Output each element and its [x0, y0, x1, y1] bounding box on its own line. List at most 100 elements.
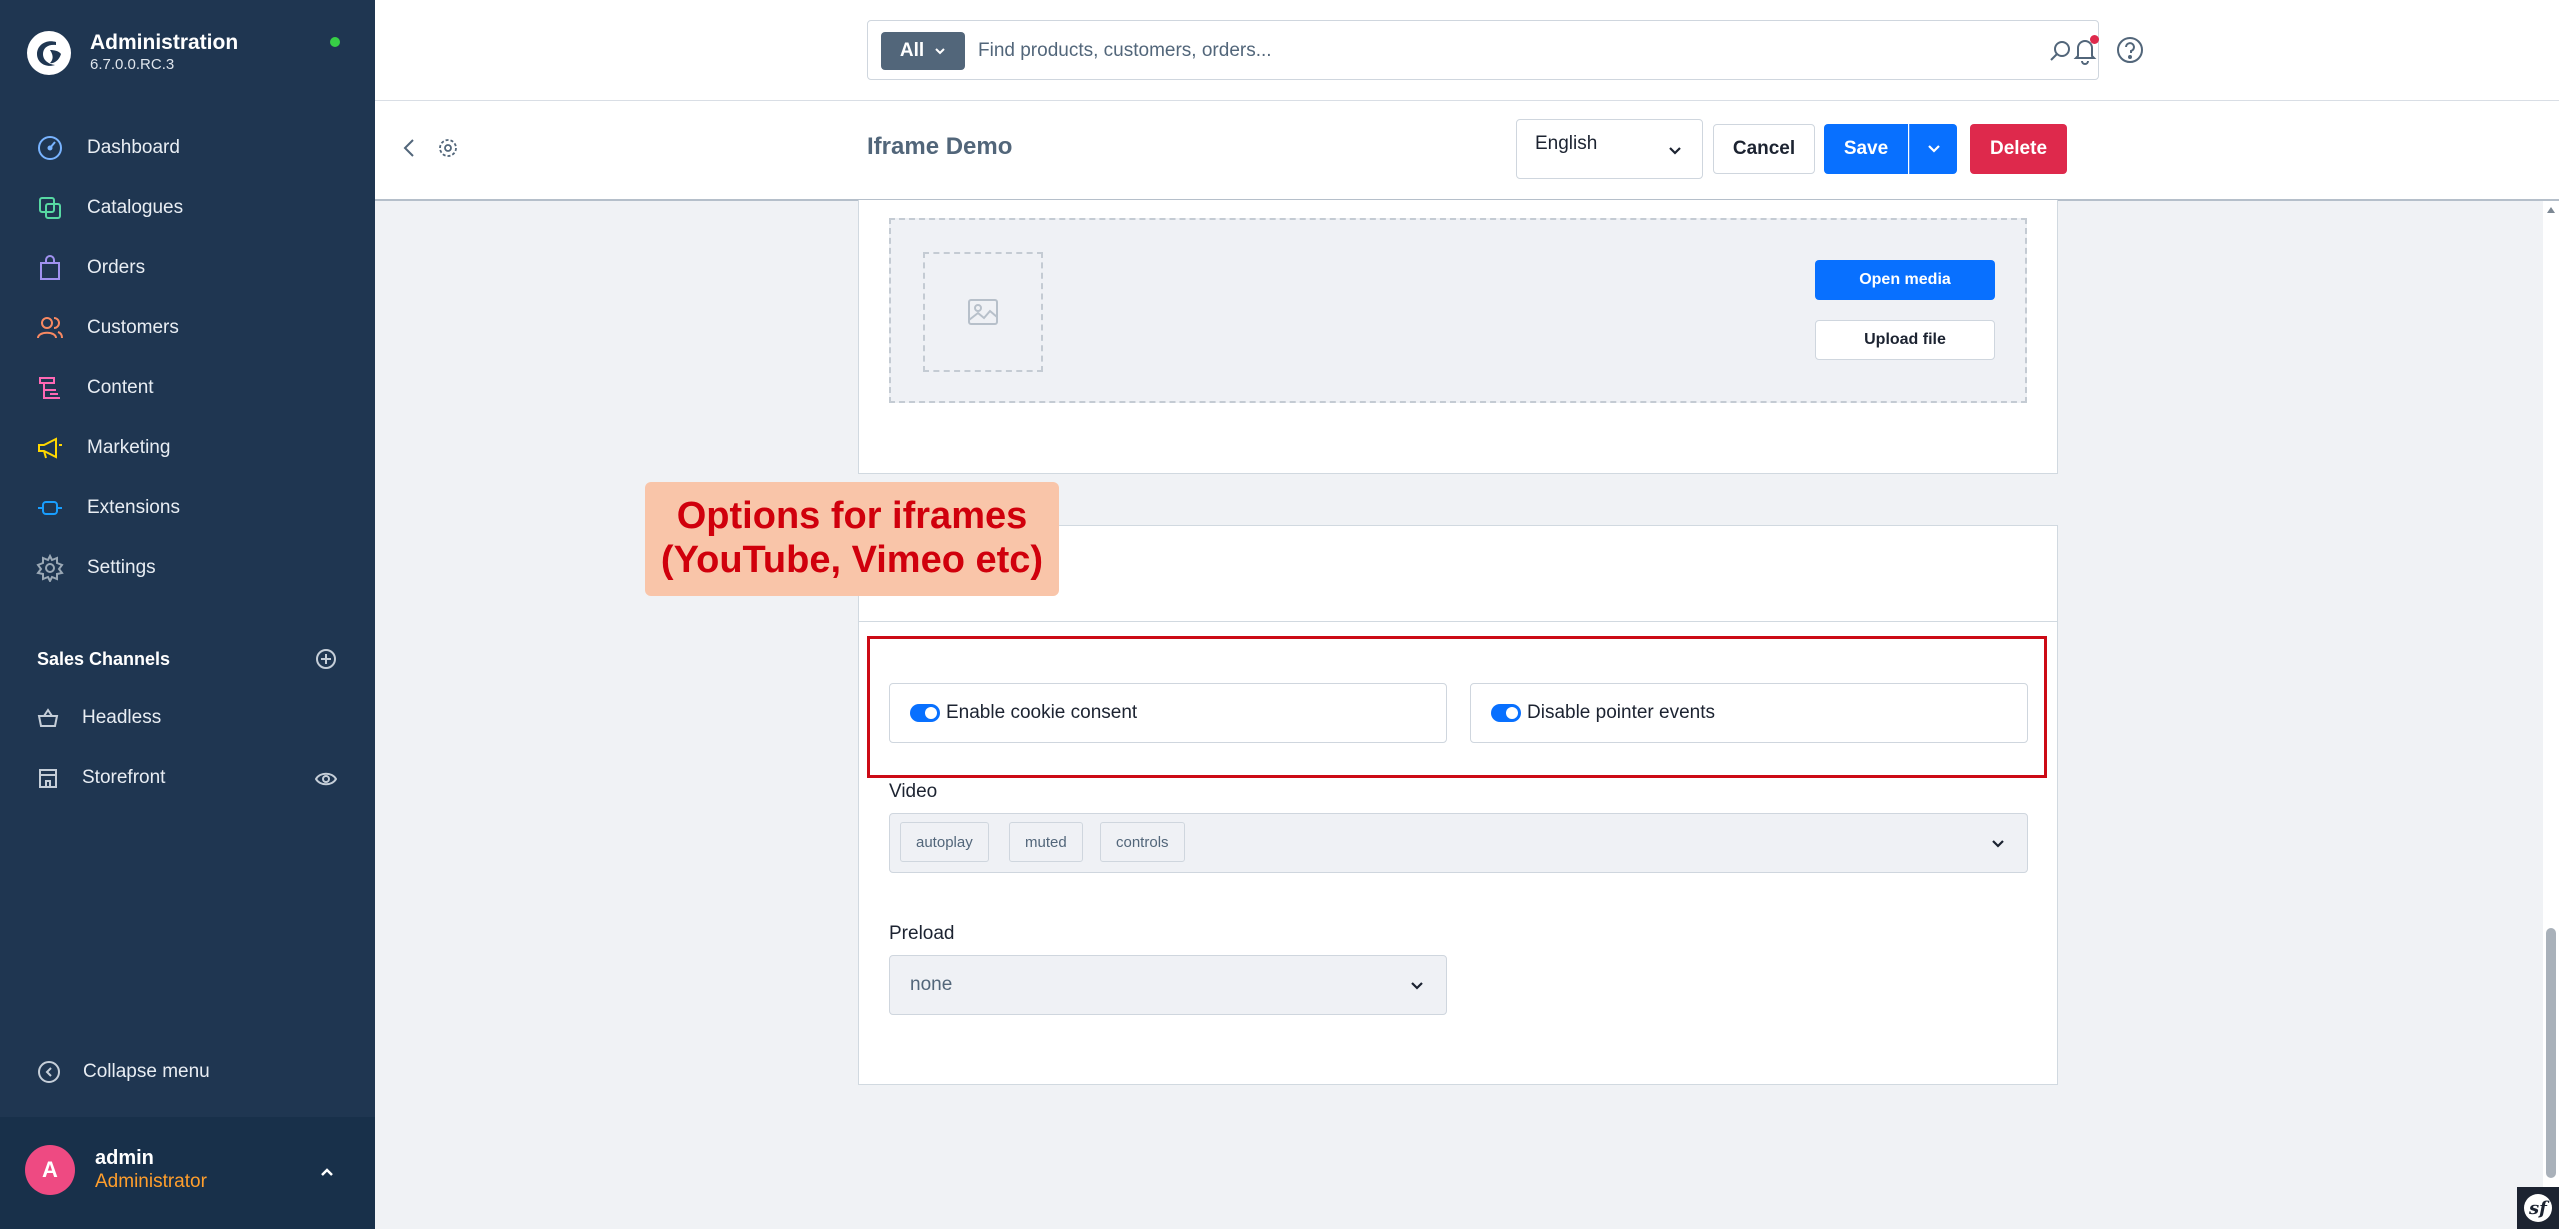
nav-label: Catalogues [87, 197, 184, 218]
sales-channel-label: Headless [82, 707, 162, 728]
annotation-callout: Options for iframes (YouTube, Vimeo etc) [645, 482, 1059, 596]
language-value: English [1535, 133, 1598, 154]
sales-channel-storefront[interactable]: Storefront [0, 748, 375, 808]
cancel-button[interactable]: Cancel [1713, 124, 1815, 174]
gear-icon[interactable] [437, 137, 459, 159]
app-version: 6.7.0.0.RC.3 [90, 56, 175, 73]
annotation-line-2: (YouTube, Vimeo etc) [660, 539, 1044, 581]
chevron-left-circle-icon [38, 1061, 60, 1083]
pointer-events-label: Disable pointer events [1527, 702, 1715, 723]
nav-label: Dashboard [87, 137, 180, 158]
cookie-consent-label: Enable cookie consent [946, 702, 1138, 723]
collapse-menu-button[interactable]: Collapse menu [37, 1060, 210, 1084]
annotation-line-1: Options for iframes [676, 495, 1028, 537]
shopware-logo-icon [27, 31, 71, 75]
nav-item-settings[interactable]: Settings [0, 538, 375, 598]
search-input[interactable] [976, 31, 2020, 71]
sales-channel-headless[interactable]: Headless [0, 688, 375, 748]
video-label: Video [889, 781, 938, 802]
search-scope-dropdown[interactable]: All [881, 32, 965, 70]
cookie-consent-field[interactable]: Enable cookie consent [889, 683, 1447, 743]
user-name: admin [95, 1147, 154, 1169]
orders-icon [40, 255, 60, 280]
image-placeholder-icon [968, 299, 998, 325]
eye-icon[interactable] [315, 768, 337, 790]
user-menu[interactable]: A admin Administrator [0, 1117, 375, 1229]
chevron-down-icon [1411, 982, 1423, 990]
video-tag-controls[interactable]: controls [1100, 822, 1185, 862]
avatar: A [25, 1145, 75, 1195]
preload-label: Preload [889, 923, 955, 944]
pointer-events-toggle[interactable] [1491, 704, 1521, 722]
media-card: Open media Upload file [858, 200, 2058, 474]
status-indicator [330, 37, 340, 47]
chevron-up-icon[interactable] [317, 1162, 337, 1182]
nav-label: Orders [87, 257, 146, 278]
open-media-button[interactable]: Open media [1815, 260, 1995, 300]
customers-icon [37, 317, 63, 339]
nav-label: Customers [87, 317, 179, 338]
language-select[interactable]: English [1516, 119, 1703, 179]
nav-label: Content [87, 377, 154, 398]
scrollbar-thumb[interactable] [2546, 928, 2556, 1178]
user-role: Administrator [95, 1171, 207, 1192]
save-button[interactable]: Save [1824, 124, 1908, 174]
search-scope-label: All [899, 40, 925, 61]
save-options-button[interactable] [1909, 124, 1957, 174]
sales-channels-title: Sales Channels [37, 648, 171, 669]
help-icon[interactable] [2115, 35, 2145, 65]
content-icon [39, 377, 60, 399]
smart-bar: Iframe Demo English Cancel Save Delete [375, 101, 2559, 201]
preload-value: none [910, 974, 953, 995]
page-title: Iframe Demo [867, 133, 1013, 160]
nav-label: Extensions [87, 497, 180, 518]
cookie-consent-toggle[interactable] [910, 704, 940, 722]
video-tag-muted[interactable]: muted [1009, 822, 1083, 862]
upload-file-button[interactable]: Upload file [1815, 320, 1995, 360]
add-sales-channel-icon[interactable] [315, 648, 337, 670]
storefront-icon [39, 769, 57, 788]
preload-select[interactable]: none [889, 955, 1447, 1015]
video-multiselect[interactable]: autoplay muted controls [889, 813, 2028, 873]
sales-channels-header: Sales Channels [37, 648, 337, 670]
nav-item-extensions[interactable]: Extensions [0, 478, 375, 538]
delete-button[interactable]: Delete [1970, 124, 2067, 174]
nav-label: Marketing [87, 437, 171, 458]
symfony-toolbar-toggle[interactable]: sf [2517, 1187, 2559, 1229]
brand[interactable]: Administration 6.7.0.0.RC.3 [26, 26, 238, 80]
nav-item-content[interactable]: Content [0, 358, 375, 418]
global-search: All [867, 20, 2099, 80]
nav-item-dashboard[interactable]: Dashboard [0, 118, 375, 178]
collapse-menu-label: Collapse menu [83, 1061, 210, 1082]
catalogue-icon [39, 197, 61, 219]
symfony-logo-icon: sf [2524, 1194, 2552, 1222]
extensions-icon [38, 501, 62, 515]
video-tag-autoplay[interactable]: autoplay [900, 822, 989, 862]
iframe-options-card: Enable cookie consent Disable pointer ev… [858, 525, 2058, 1085]
chevron-down-icon [1669, 147, 1681, 155]
chevron-down-icon [1992, 840, 2004, 848]
nav-label: Settings [87, 557, 156, 578]
chevron-down-icon [1927, 145, 1940, 153]
media-upload-zone[interactable]: Open media Upload file [889, 218, 2027, 403]
marketing-icon [38, 437, 62, 459]
nav-item-catalogues[interactable]: Catalogues [0, 178, 375, 238]
main-nav: Dashboard Catalogues Orders Customers Co… [0, 118, 375, 598]
notification-badge [2090, 35, 2099, 44]
chevron-down-icon [935, 48, 945, 55]
card-divider [859, 621, 2057, 622]
dashboard-icon [38, 136, 62, 160]
basket-icon [37, 708, 59, 727]
nav-item-customers[interactable]: Customers [0, 298, 375, 358]
nav-item-orders[interactable]: Orders [0, 238, 375, 298]
pointer-events-field[interactable]: Disable pointer events [1470, 683, 2028, 743]
chevron-left-icon[interactable] [399, 137, 421, 159]
app-title: Administration [90, 31, 239, 54]
settings-icon [36, 554, 64, 582]
top-bar: All [375, 0, 2559, 101]
sales-channel-list: Headless Storefront [0, 688, 375, 808]
nav-item-marketing[interactable]: Marketing [0, 418, 375, 478]
sales-channel-label: Storefront [82, 767, 166, 788]
sidebar: Administration 6.7.0.0.RC.3 Dashboard Ca… [0, 0, 375, 1229]
scroll-up-arrow-icon[interactable] [2546, 205, 2556, 215]
